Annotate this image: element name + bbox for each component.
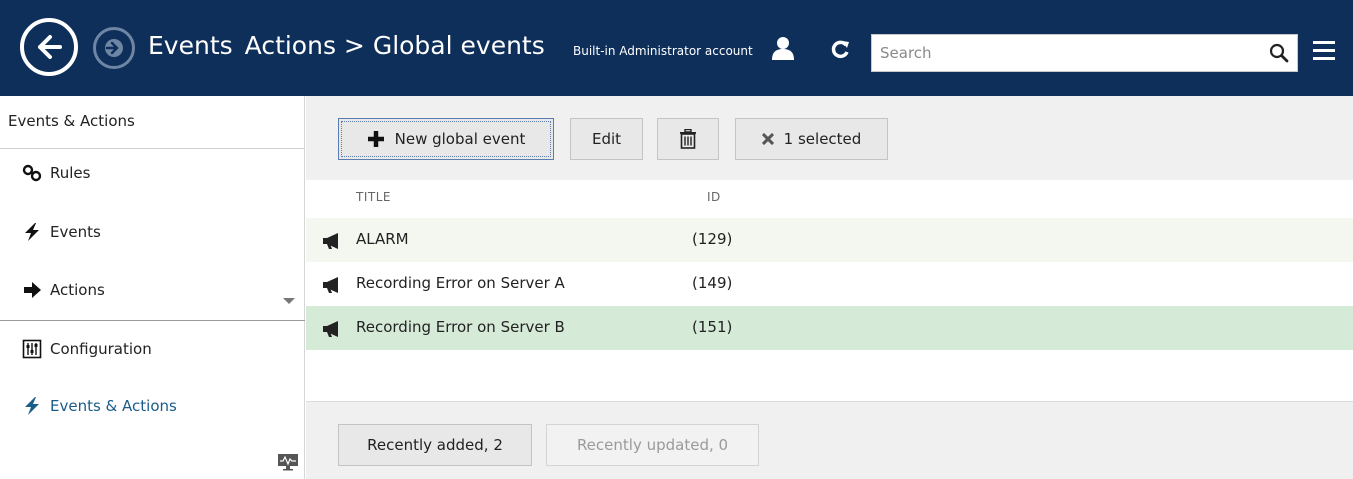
link-icon	[22, 164, 42, 182]
sidebar-section-label: Events & Actions	[50, 397, 177, 415]
recently-updated-button[interactable]: Recently updated, 0	[546, 424, 759, 466]
sidebar-item-rules[interactable]: Rules	[22, 164, 90, 182]
back-arrow-icon	[38, 35, 62, 59]
sidebar-item-events[interactable]: Events	[22, 222, 101, 242]
sidebar-item-actions[interactable]: Actions	[22, 280, 105, 300]
breadcrumb-events[interactable]: Events	[148, 31, 233, 60]
row-title: Recording Error on Server A	[356, 274, 565, 292]
sidebar-divider	[0, 148, 305, 149]
sidebar: Events & Actions Rules Events Actions Co…	[0, 96, 305, 479]
table-row-selected[interactable]: Recording Error on Server B (151)	[306, 306, 1353, 350]
lightning-icon	[25, 223, 39, 241]
trash-icon	[680, 129, 696, 149]
edit-button[interactable]: Edit	[570, 118, 643, 160]
main-content: New global event Edit 1 selected TITLE I…	[306, 96, 1353, 479]
scroll-down-arrow[interactable]	[283, 298, 295, 304]
megaphone-icon	[323, 277, 338, 293]
close-icon	[761, 133, 774, 145]
search-input[interactable]	[872, 35, 1252, 71]
row-title: Recording Error on Server B	[356, 318, 565, 336]
breadcrumb-global-events: Actions > Global events	[244, 31, 545, 60]
megaphone-icon	[323, 321, 338, 337]
table-row[interactable]: ALARM (129)	[306, 218, 1353, 262]
forward-button[interactable]	[93, 27, 135, 69]
top-bar: Events Actions > Global events Built-in A…	[0, 0, 1353, 96]
plus-icon	[367, 131, 384, 147]
megaphone-icon	[323, 233, 338, 249]
row-title: ALARM	[356, 230, 409, 248]
menu-icon[interactable]	[1313, 41, 1335, 61]
sidebar-item-label: Rules	[50, 164, 91, 182]
monitor-icon[interactable]	[277, 453, 299, 471]
breadcrumb: Events Actions > Global events	[148, 31, 545, 60]
delete-button[interactable]	[657, 118, 719, 160]
sidebar-section-divider	[0, 320, 305, 321]
row-id: (129)	[692, 230, 733, 248]
account-name: Built-in Administrator account	[573, 44, 753, 58]
toolbar: New global event Edit 1 selected	[306, 96, 1353, 180]
search-icon[interactable]	[1269, 43, 1289, 63]
lightning-icon	[25, 397, 39, 415]
forward-arrow-icon	[105, 39, 123, 57]
sidebar-item-label: Events	[50, 223, 101, 241]
row-id: (149)	[692, 274, 733, 292]
arrow-right-icon	[24, 282, 41, 298]
user-icon[interactable]	[771, 36, 795, 62]
table-row[interactable]: Recording Error on Server A (149)	[306, 262, 1353, 306]
sliders-icon	[22, 339, 42, 359]
back-button[interactable]	[20, 18, 78, 76]
column-header-id[interactable]: ID	[707, 190, 721, 204]
row-id: (151)	[692, 318, 733, 336]
sidebar-item-label: Actions	[50, 281, 105, 299]
sidebar-section-configuration[interactable]: Configuration	[22, 339, 152, 359]
clear-selection-button[interactable]: 1 selected	[735, 118, 888, 160]
recently-added-button[interactable]: Recently added, 2	[338, 424, 532, 466]
sidebar-title: Events & Actions	[8, 112, 135, 130]
column-header-title[interactable]: TITLE	[356, 190, 391, 204]
sidebar-section-events-actions[interactable]: Events & Actions	[22, 396, 177, 416]
search-box	[871, 34, 1298, 72]
sidebar-section-label: Configuration	[50, 340, 152, 358]
new-global-event-button[interactable]: New global event	[338, 118, 554, 160]
footer-bar: Recently added, 2 Recently updated, 0	[306, 401, 1353, 479]
refresh-icon[interactable]	[830, 38, 850, 60]
